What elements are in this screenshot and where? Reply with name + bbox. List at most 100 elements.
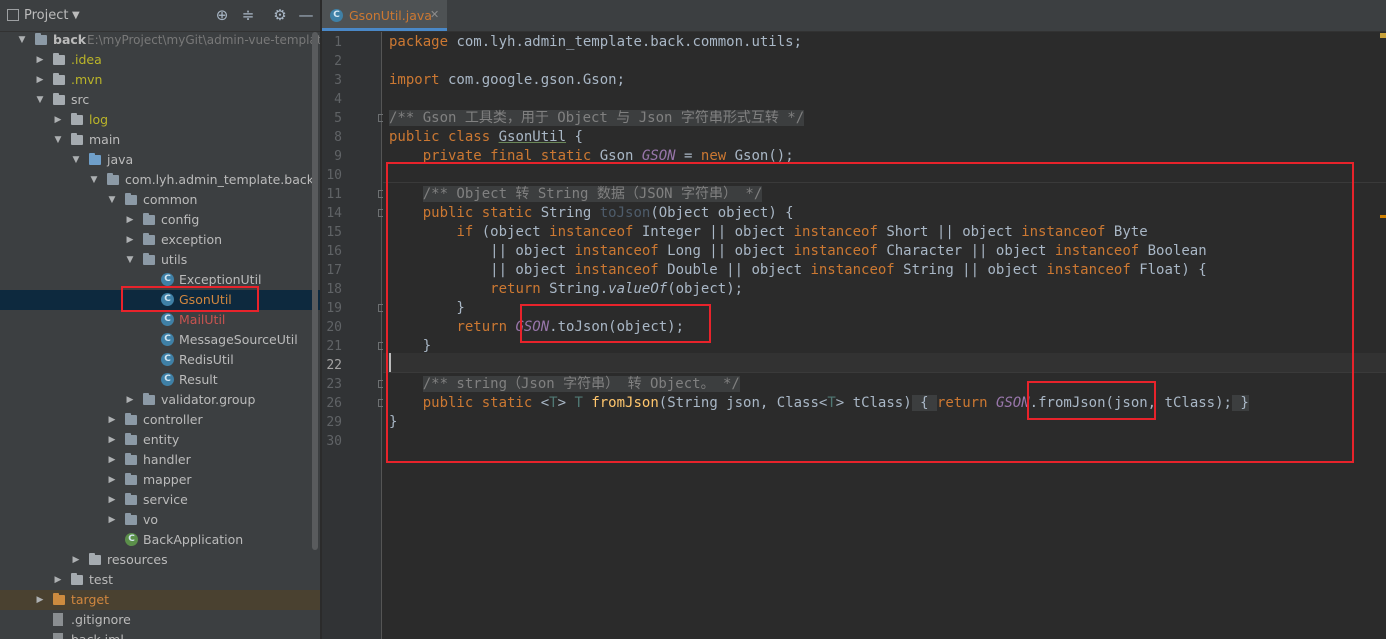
locate-file-icon[interactable]: ⊕: [213, 6, 231, 24]
line-number[interactable]: 2: [322, 52, 342, 71]
line-number[interactable]: 8: [322, 128, 342, 147]
line-number[interactable]: 15: [322, 223, 342, 242]
tree-node[interactable]: ▼ back E:\myProject\myGit\admin-vue-templa…: [0, 30, 320, 50]
tree-node[interactable]: ▼ main: [0, 130, 320, 150]
line-number[interactable]: 16: [322, 242, 342, 261]
chevron-right-icon[interactable]: ▶: [53, 570, 63, 590]
package-icon: [125, 493, 137, 505]
project-panel-header: Project ▼ ⊕ ≑ ⚙ —: [0, 0, 320, 32]
tree-node[interactable]: ▶ vo: [0, 510, 320, 530]
tree-node[interactable]: C Result: [0, 370, 320, 390]
tree-node[interactable]: ▼ src: [0, 90, 320, 110]
tree-node-label: MailUtil: [179, 312, 226, 327]
tree-node[interactable]: ▶ .idea: [0, 50, 320, 70]
chevron-right-icon[interactable]: ▶: [125, 210, 135, 230]
chevron-down-icon[interactable]: ▼: [53, 130, 63, 150]
chevron-down-icon[interactable]: ▼: [17, 30, 27, 50]
tree-node[interactable]: ▼ utils: [0, 250, 320, 270]
line-number[interactable]: 20: [322, 318, 342, 337]
file-icon: [53, 613, 63, 626]
line-number[interactable]: 29: [322, 413, 342, 432]
line-number[interactable]: 11: [322, 185, 342, 204]
tree-node[interactable]: ▶ validator.group: [0, 390, 320, 410]
chevron-down-icon[interactable]: ▼: [107, 190, 117, 210]
tree-node[interactable]: ▼ java: [0, 150, 320, 170]
chevron-right-icon[interactable]: ▶: [125, 390, 135, 410]
chevron-right-icon[interactable]: ▶: [107, 490, 117, 510]
line-number[interactable]: 1: [322, 33, 342, 52]
line-number[interactable]: 19: [322, 299, 342, 318]
tree-node[interactable]: ▼ common: [0, 190, 320, 210]
line-number[interactable]: 10: [322, 166, 342, 185]
chevron-right-icon[interactable]: ▶: [125, 230, 135, 250]
chevron-right-icon[interactable]: ▶: [107, 450, 117, 470]
tree-node[interactable]: C BackApplication: [0, 530, 320, 550]
error-stripe-marker[interactable]: [1380, 33, 1386, 38]
tree-node[interactable]: ▶ controller: [0, 410, 320, 430]
tree-node-label: src: [71, 92, 90, 107]
tab-gsonutil-java[interactable]: C GsonUtil.java ✕: [322, 0, 447, 31]
tree-scrollbar[interactable]: [312, 32, 318, 550]
tree-node[interactable]: ▶ log: [0, 110, 320, 130]
line-number[interactable]: 3: [322, 71, 342, 90]
module-path: E:\myProject\myGit\admin-vue-template\ba: [87, 33, 320, 47]
tree-node[interactable]: .gitignore: [0, 610, 320, 630]
chevron-down-icon[interactable]: ▼: [89, 170, 99, 190]
line-number[interactable]: 22: [322, 356, 342, 375]
tree-node[interactable]: ▶ test: [0, 570, 320, 590]
chevron-right-icon[interactable]: ▶: [35, 70, 45, 90]
tree-node-label: java: [107, 152, 134, 167]
error-stripe-marker[interactable]: [1380, 215, 1386, 218]
line-number[interactable]: 17: [322, 261, 342, 280]
folder-icon: [53, 73, 65, 85]
code-line[interactable]: package com.lyh.admin_template.back.comm…: [389, 33, 802, 52]
chevron-down-icon[interactable]: ▼: [35, 90, 45, 110]
line-number[interactable]: 23: [322, 375, 342, 394]
tree-node[interactable]: ▶ resources: [0, 550, 320, 570]
tree-node[interactable]: back.iml: [0, 630, 320, 639]
chevron-down-icon[interactable]: ▼: [71, 150, 81, 170]
tree-node[interactable]: C MessageSourceUtil: [0, 330, 320, 350]
close-icon[interactable]: ✕: [430, 8, 439, 21]
line-number[interactable]: 5: [322, 109, 342, 128]
chevron-right-icon[interactable]: ▶: [107, 470, 117, 490]
tree-node[interactable]: ▶ config: [0, 210, 320, 230]
chevron-right-icon[interactable]: ▶: [35, 50, 45, 70]
chevron-right-icon[interactable]: ▶: [107, 510, 117, 530]
tree-node-label: vo: [143, 512, 159, 527]
chevron-right-icon[interactable]: ▶: [35, 590, 45, 610]
code-line[interactable]: public class GsonUtil {: [389, 128, 583, 147]
line-number[interactable]: 26: [322, 394, 342, 413]
chevron-down-icon[interactable]: ▼: [125, 250, 135, 270]
chevron-right-icon[interactable]: ▶: [107, 410, 117, 430]
line-number[interactable]: 30: [322, 432, 342, 451]
hide-panel-icon[interactable]: —: [297, 6, 315, 24]
tree-node[interactable]: ▶ exception: [0, 230, 320, 250]
class-icon: C: [330, 9, 343, 22]
tree-node[interactable]: ▶ .mvn: [0, 70, 320, 90]
tree-node[interactable]: ▶ target: [0, 590, 320, 610]
tree-node[interactable]: ▶ mapper: [0, 470, 320, 490]
gear-icon[interactable]: ⚙: [271, 6, 289, 24]
code-line[interactable]: import com.google.gson.Gson;: [389, 71, 625, 90]
chevron-right-icon[interactable]: ▶: [71, 550, 81, 570]
tree-node[interactable]: ▶ entity: [0, 430, 320, 450]
project-view-title[interactable]: Project: [24, 8, 68, 23]
line-number[interactable]: 18: [322, 280, 342, 299]
chevron-right-icon[interactable]: ▶: [53, 110, 63, 130]
line-number[interactable]: 9: [322, 147, 342, 166]
tree-node[interactable]: ▶ handler: [0, 450, 320, 470]
line-number[interactable]: 4: [322, 90, 342, 109]
tree-node[interactable]: C RedisUtil: [0, 350, 320, 370]
tree-node[interactable]: ▶ service: [0, 490, 320, 510]
tree-node-label: handler: [143, 452, 191, 467]
chevron-down-icon[interactable]: ▼: [72, 10, 80, 21]
line-number[interactable]: 14: [322, 204, 342, 223]
chevron-right-icon[interactable]: ▶: [107, 430, 117, 450]
collapse-all-icon[interactable]: ≑: [239, 6, 257, 24]
class-icon: C: [161, 373, 174, 386]
code-line[interactable]: /** Gson 工具类，用于 Object 与 Json 字符串形式互转 */: [389, 109, 805, 128]
tree-node[interactable]: C MailUtil: [0, 310, 320, 330]
tree-node[interactable]: ▼ com.lyh.admin_template.back: [0, 170, 320, 190]
line-number[interactable]: 21: [322, 337, 342, 356]
